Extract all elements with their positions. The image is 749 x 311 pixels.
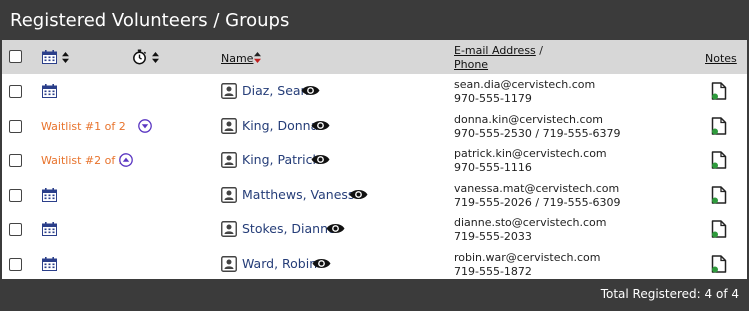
calendar-icon[interactable]: [42, 84, 57, 98]
note-icon[interactable]: [711, 255, 727, 273]
email-text: donna.kin@cervistech.com: [454, 112, 604, 126]
person-icon[interactable]: [221, 83, 237, 99]
eye-icon[interactable]: [311, 153, 330, 166]
contact-info: donna.kin@cervistech.com 970-555-2530 / 7…: [454, 113, 621, 141]
person-icon[interactable]: [221, 256, 237, 272]
table-row: Matthews, Vanessa vanessa.mat@cervistech…: [2, 178, 747, 213]
email-text: vanessa.mat@cervistech.com: [454, 181, 620, 195]
row-checkbox[interactable]: [9, 154, 22, 167]
select-all-checkbox[interactable]: [9, 50, 22, 63]
calendar-icon[interactable]: [42, 257, 57, 271]
person-icon[interactable]: [221, 187, 237, 203]
header-separator: /: [535, 44, 543, 57]
calendar-icon[interactable]: [42, 50, 57, 64]
eye-icon[interactable]: [311, 119, 330, 132]
person-icon[interactable]: [221, 118, 237, 134]
eye-icon[interactable]: [349, 188, 368, 201]
stopwatch-icon[interactable]: [132, 49, 147, 65]
arrow-down-circle-icon[interactable]: [138, 118, 152, 133]
email-text: robin.war@cervistech.com: [454, 250, 601, 264]
calendar-icon[interactable]: [42, 188, 57, 202]
total-registered: Total Registered: 4 of 4: [2, 279, 747, 309]
sort-icon[interactable]: [152, 52, 159, 63]
table-row: Diaz, Sean sean.dia@cervistech.com 970-55…: [2, 74, 747, 109]
contact-info: dianne.sto@cervistech.com 719-555-2033: [454, 216, 607, 244]
email-text: dianne.sto@cervistech.com: [454, 216, 607, 229]
table-row: Waitlist #2 of 2 King, Patrick patrick.k…: [2, 143, 747, 178]
phone-text: 970-555-1116: [454, 161, 532, 174]
person-icon[interactable]: [221, 152, 237, 168]
note-icon[interactable]: [711, 151, 727, 169]
note-icon[interactable]: [711, 186, 727, 204]
eye-icon[interactable]: [326, 222, 345, 235]
note-icon[interactable]: [711, 117, 727, 135]
table-row: Stokes, Dianne dianne.sto@cervistech.com…: [2, 212, 747, 247]
contact-info: sean.dia@cervistech.com 970-555-1179: [454, 78, 595, 106]
contact-info: vanessa.mat@cervistech.com 719-555-2026 /…: [454, 182, 621, 210]
volunteer-name-link[interactable]: Diaz, Sean: [242, 83, 308, 98]
volunteer-name-link[interactable]: Matthews, Vanessa: [242, 187, 362, 202]
sort-active-icon[interactable]: [254, 52, 261, 63]
email-phone-column-header: E-mail Address / Phone: [454, 44, 543, 72]
eye-icon[interactable]: [301, 84, 320, 97]
phone-column-link[interactable]: Phone: [454, 58, 488, 71]
row-checkbox[interactable]: [9, 223, 22, 236]
volunteer-name-link[interactable]: King, Donna: [242, 118, 318, 133]
phone-text: 970-555-2530 / 719-555-6379: [454, 126, 621, 140]
eye-icon[interactable]: [312, 257, 331, 270]
calendar-icon[interactable]: [42, 222, 57, 236]
notes-column-header[interactable]: Notes: [705, 52, 737, 65]
volunteer-name-link[interactable]: King, Patrick: [242, 152, 320, 167]
table-row: Waitlist #1 of 2 King, Donna donna.kin@c…: [2, 109, 747, 144]
arrow-up-circle-icon[interactable]: [119, 153, 133, 167]
table-row: Ward, Robin robin.war@cervistech.com 719-…: [2, 247, 747, 282]
phone-text: 970-555-1179: [454, 92, 532, 105]
email-text: patrick.kin@cervistech.com: [454, 147, 607, 160]
row-checkbox[interactable]: [9, 188, 22, 202]
row-checkbox[interactable]: [9, 257, 22, 271]
email-text: sean.dia@cervistech.com: [454, 78, 596, 91]
row-checkbox[interactable]: [9, 85, 22, 98]
sort-icon[interactable]: [62, 52, 69, 63]
contact-info: patrick.kin@cervistech.com 970-555-1116: [454, 147, 607, 175]
phone-text: 719-555-1872: [454, 264, 532, 278]
volunteer-name-link[interactable]: Ward, Robin: [242, 256, 317, 271]
contact-info: robin.war@cervistech.com 719-555-1872: [454, 251, 601, 279]
phone-text: 719-555-2026 / 719-555-6309: [454, 195, 621, 209]
person-icon[interactable]: [221, 221, 237, 237]
panel-title: Registered Volunteers / Groups: [2, 2, 747, 40]
table-header: Name E-mail Address / Phone Notes: [2, 40, 747, 74]
phone-text: 719-555-2033: [454, 230, 532, 243]
email-column-link[interactable]: E-mail Address: [454, 44, 536, 57]
note-icon[interactable]: [711, 82, 727, 100]
volunteer-name-link[interactable]: Stokes, Dianne: [242, 221, 336, 236]
note-icon[interactable]: [711, 220, 727, 238]
waitlist-label: Waitlist #1 of 2: [41, 119, 126, 133]
registered-volunteers-panel: Registered Volunteers / Groups Name E-ma…: [0, 0, 749, 311]
row-checkbox[interactable]: [9, 119, 22, 133]
waitlist-label: Waitlist #2 of 2: [41, 154, 126, 167]
name-column-header[interactable]: Name: [221, 52, 253, 65]
